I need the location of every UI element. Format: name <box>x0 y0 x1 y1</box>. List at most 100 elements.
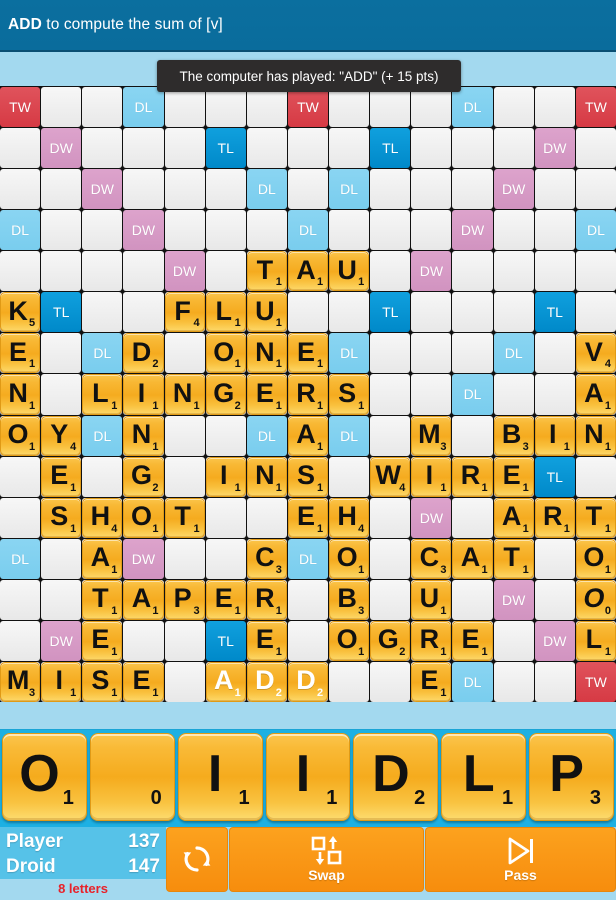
board-tile[interactable]: S1 <box>82 661 123 702</box>
board-tile[interactable]: E1 <box>287 497 329 538</box>
board-tile[interactable]: O1 <box>329 620 370 661</box>
board-cell[interactable]: T1 <box>575 497 616 538</box>
board-cell[interactable] <box>534 579 575 620</box>
board-cell[interactable]: R1 <box>452 456 493 497</box>
rack-slot[interactable]: O1 <box>2 733 87 821</box>
board-cell[interactable] <box>287 292 329 333</box>
board-tile[interactable]: N1 <box>164 374 205 415</box>
board-tile[interactable]: Y4 <box>41 415 82 456</box>
board-cell[interactable]: E1 <box>82 620 123 661</box>
board-cell[interactable] <box>452 333 493 374</box>
board-tile[interactable]: R1 <box>411 620 452 661</box>
board-cell[interactable]: A1 <box>123 579 164 620</box>
board-cell[interactable]: O0 <box>575 579 616 620</box>
board-cell[interactable]: A1 <box>493 497 534 538</box>
board-cell[interactable] <box>205 251 246 292</box>
board-cell[interactable] <box>370 661 411 702</box>
board-cell[interactable]: D2 <box>246 661 287 702</box>
board-cell[interactable]: A1 <box>82 538 123 579</box>
board-cell[interactable]: O1 <box>329 538 370 579</box>
board-cell[interactable] <box>452 169 493 210</box>
rack-tile[interactable]: P3 <box>529 733 614 821</box>
board-cell[interactable] <box>82 292 123 333</box>
board-cell[interactable]: E1 <box>287 333 329 374</box>
board-cell[interactable] <box>329 292 370 333</box>
board-tile[interactable]: O1 <box>205 333 246 374</box>
board-cell[interactable]: C3 <box>246 538 287 579</box>
board-cell[interactable]: DL <box>575 210 616 251</box>
board-tile[interactable]: D2 <box>287 661 329 702</box>
board-cell[interactable] <box>493 128 534 169</box>
board-cell[interactable]: N1 <box>123 415 164 456</box>
board-cell[interactable]: DL <box>246 415 287 456</box>
board-cell[interactable] <box>205 497 246 538</box>
recall-button[interactable] <box>166 827 228 892</box>
board-cell[interactable]: U1 <box>411 579 452 620</box>
board-tile[interactable]: E1 <box>205 579 246 620</box>
board-cell[interactable]: A1 <box>575 374 616 415</box>
board-cell[interactable] <box>0 128 41 169</box>
board-cell[interactable]: S1 <box>329 374 370 415</box>
board-tile[interactable]: E1 <box>411 661 452 702</box>
board-cell[interactable]: DL <box>329 169 370 210</box>
board-cell[interactable] <box>411 128 452 169</box>
board-cell[interactable] <box>534 538 575 579</box>
board-tile[interactable]: T1 <box>493 538 534 579</box>
board-cell[interactable] <box>82 87 123 128</box>
board-cell[interactable] <box>246 87 287 128</box>
board-cell[interactable]: DL <box>452 87 493 128</box>
board-cell[interactable]: T1 <box>82 579 123 620</box>
board-cell[interactable]: E1 <box>0 333 41 374</box>
board-cell[interactable]: A1 <box>287 415 329 456</box>
board-cell[interactable]: DW <box>164 251 205 292</box>
board-cell[interactable] <box>575 169 616 210</box>
board-cell[interactable] <box>41 579 82 620</box>
board-cell[interactable] <box>329 87 370 128</box>
board-cell[interactable] <box>41 169 82 210</box>
board-tile[interactable]: S1 <box>329 374 370 415</box>
board-tile[interactable]: R1 <box>452 456 493 497</box>
board-cell[interactable] <box>205 87 246 128</box>
board-cell[interactable]: I1 <box>123 374 164 415</box>
rack-tile[interactable]: D2 <box>353 733 439 821</box>
board-tile[interactable]: E1 <box>82 620 123 661</box>
board-cell[interactable] <box>370 374 411 415</box>
board-tile[interactable]: A1 <box>493 497 534 538</box>
rack-slot[interactable]: L1 <box>441 733 527 821</box>
board-cell[interactable]: A1 <box>205 661 246 702</box>
board-cell[interactable]: E1 <box>493 456 534 497</box>
board-cell[interactable]: G2 <box>205 374 246 415</box>
rack-slot[interactable]: P3 <box>529 733 614 821</box>
board-cell[interactable] <box>123 620 164 661</box>
board-cell[interactable]: TL <box>370 128 411 169</box>
rack-slot[interactable]: I1 <box>265 733 351 821</box>
board-tile[interactable]: G2 <box>370 620 411 661</box>
board-cell[interactable] <box>370 497 411 538</box>
board-cell[interactable] <box>411 292 452 333</box>
board-cell[interactable]: TL <box>534 456 575 497</box>
board-cell[interactable]: TL <box>205 128 246 169</box>
board-cell[interactable] <box>0 169 41 210</box>
board-cell[interactable] <box>123 251 164 292</box>
board-cell[interactable] <box>534 374 575 415</box>
board-cell[interactable] <box>246 210 287 251</box>
board-cell[interactable]: DL <box>0 538 41 579</box>
board-tile[interactable]: T1 <box>164 497 205 538</box>
board-cell[interactable]: L1 <box>82 374 123 415</box>
board-tile[interactable]: F4 <box>164 292 205 333</box>
board-tile[interactable]: A1 <box>287 251 329 292</box>
rack-tile[interactable]: L1 <box>441 733 527 821</box>
board-cell[interactable] <box>82 128 123 169</box>
board-cell[interactable]: DW <box>493 579 534 620</box>
board-cell[interactable]: DW <box>534 620 575 661</box>
board-cell[interactable] <box>0 579 41 620</box>
board-cell[interactable]: H4 <box>329 497 370 538</box>
board-cell[interactable]: E1 <box>411 661 452 702</box>
board-cell[interactable] <box>411 169 452 210</box>
board-cell[interactable]: P3 <box>164 579 205 620</box>
board-tile[interactable]: A1 <box>287 415 329 456</box>
board-tile[interactable]: G2 <box>205 374 246 415</box>
board-cell[interactable]: A1 <box>452 538 493 579</box>
board-tile[interactable]: H4 <box>82 497 123 538</box>
board-cell[interactable]: DL <box>0 210 41 251</box>
